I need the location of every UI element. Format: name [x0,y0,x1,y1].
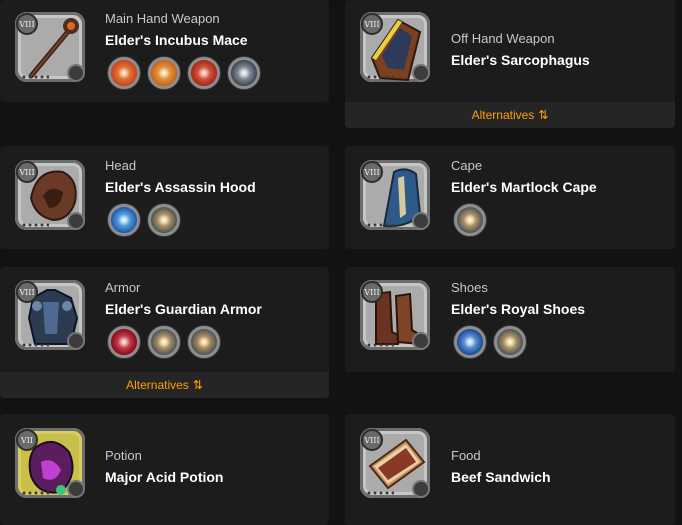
item-name[interactable]: Major Acid Potion [105,469,223,485]
quantity-indicator [67,332,85,350]
quantity-indicator [67,212,85,230]
spell-list [108,204,180,236]
fire-strike-icon[interactable] [188,57,220,89]
quantity-indicator [412,212,430,230]
fireball-icon[interactable] [494,326,526,358]
blood-drop-icon[interactable] [108,326,140,358]
item-icon-food[interactable]: VIII [358,426,434,502]
equipment-card-potion[interactable]: VII Potion Major Acid Potion [0,414,329,525]
equipment-card-food[interactable]: VIII Food Beef Sandwich [345,414,675,525]
equipment-card-armor[interactable]: VIII Armor Elder's Guardian Armor Altern… [0,267,329,398]
tier-badge: VIII [361,429,383,451]
quantity-indicator [412,64,430,82]
tier-badge: VIII [361,281,383,303]
item-name[interactable]: Elder's Guardian Armor [105,301,262,317]
lightning-icon[interactable] [228,57,260,89]
spell-list [454,326,526,358]
equipment-card-cape[interactable]: VIII Cape Elder's Martlock Cape [345,146,675,249]
alternatives-button[interactable]: Alternatives ⇅ [345,102,675,128]
item-icon-cape[interactable]: VIII [358,158,434,234]
slot-label: Head [105,158,137,173]
item-name[interactable]: Elder's Incubus Mace [105,32,248,48]
quantity-indicator [67,64,85,82]
item-name[interactable]: Beef Sandwich [451,469,551,485]
slot-label: Cape [451,158,483,173]
alternatives-label: Alternatives [471,108,535,122]
slot-label: Shoes [451,280,488,295]
swap-arrows-icon: ⇅ [538,108,549,122]
slot-label: Food [451,448,481,463]
item-icon-main-hand[interactable]: VIII [13,10,89,86]
spell-list [108,326,220,358]
spell-list [108,57,260,89]
item-icon-head[interactable]: VIII [13,158,89,234]
quality-dots [366,490,394,496]
quality-dots [366,342,394,348]
item-name[interactable]: Elder's Assassin Hood [105,179,256,195]
item-name[interactable]: Elder's Martlock Cape [451,179,597,195]
quality-dots [366,222,394,228]
item-name[interactable]: Elder's Royal Shoes [451,301,585,317]
alternatives-label: Alternatives [126,378,189,392]
dash-icon[interactable] [454,326,486,358]
item-icon-potion[interactable]: VII [13,426,89,502]
flame-burst-icon[interactable] [148,57,180,89]
item-name[interactable]: Elder's Sarcophagus [451,52,590,68]
item-icon-off-hand[interactable]: VIII [358,10,434,86]
swap-arrows-icon: ⇅ [192,378,203,392]
tier-badge: VIII [16,281,38,303]
quantity-indicator [412,480,430,498]
tier-badge: VII [16,429,38,451]
equipment-card-head[interactable]: VIII Head Elder's Assassin Hood [0,146,329,249]
quality-dots [366,74,394,80]
item-icon-armor[interactable]: VIII [13,278,89,354]
slot-label: Off Hand Weapon [451,31,555,46]
swirl-icon[interactable] [108,204,140,236]
tier-badge: VIII [16,13,38,35]
quality-dots [21,342,49,348]
quality-dots [21,74,49,80]
fireball-icon[interactable] [148,204,180,236]
burst-icon[interactable] [188,326,220,358]
slot-label: Potion [105,448,142,463]
fire-orb-icon[interactable] [108,57,140,89]
tier-badge: VIII [361,161,383,183]
alternatives-button[interactable]: Alternatives ⇅ [0,372,329,398]
slot-label: Armor [105,280,141,295]
slot-label: Main Hand Weapon [105,11,220,26]
shield-icon[interactable] [454,204,486,236]
tier-badge: VIII [361,13,383,35]
shield-fire-icon[interactable] [148,326,180,358]
equipment-card-main-hand[interactable]: VIII Main Hand Weapon Elder's Incubus Ma… [0,0,329,102]
quality-dots [21,222,49,228]
item-icon-shoes[interactable]: VIII [358,278,434,354]
spell-list [454,204,486,236]
quantity-indicator [67,480,85,498]
tier-badge: VIII [16,161,38,183]
quantity-indicator [412,332,430,350]
equipment-card-off-hand[interactable]: VIII Off Hand Weapon Elder's Sarcophagus… [345,0,675,128]
equipment-card-shoes[interactable]: VIII Shoes Elder's Royal Shoes [345,267,675,372]
quality-dots [21,490,49,496]
